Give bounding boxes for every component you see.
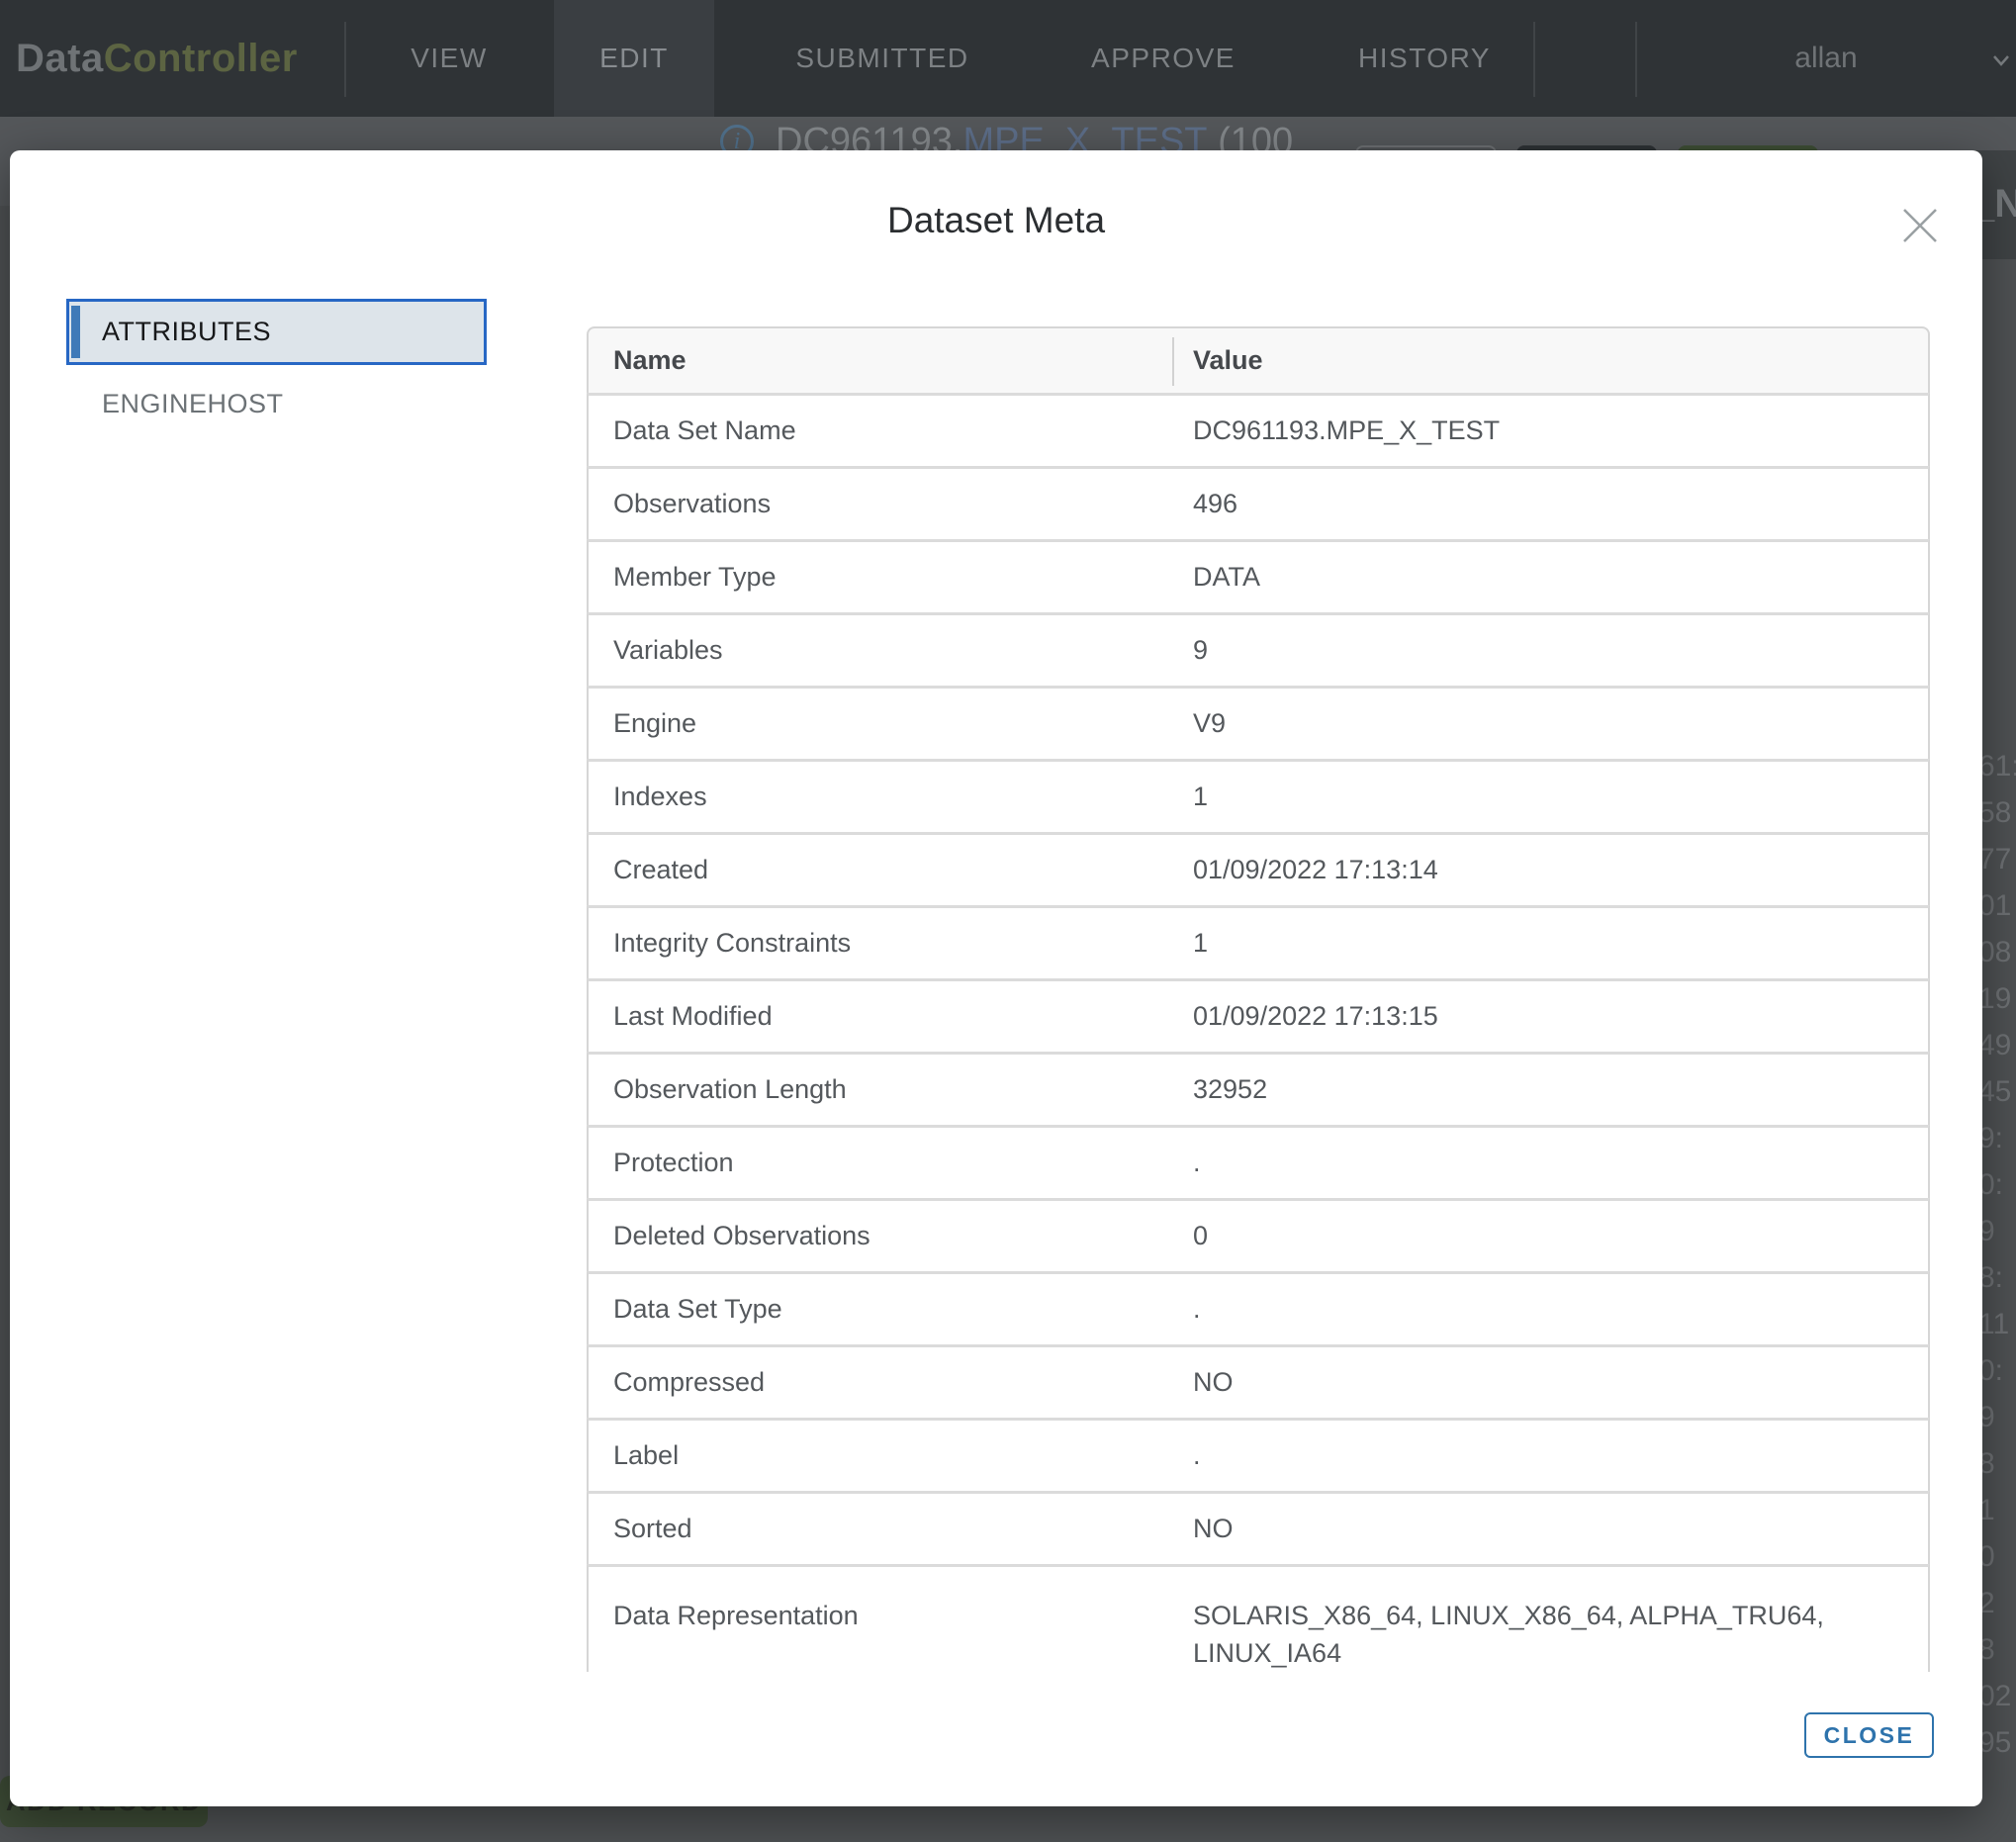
- background-number-fragment: 45: [1978, 1075, 2011, 1109]
- nav-divider: [1533, 22, 1535, 97]
- nav-tab-approve[interactable]: APPROVE: [1051, 0, 1276, 117]
- table-row: Label .: [587, 1418, 1930, 1491]
- attribute-name-cell: Label: [587, 1418, 1174, 1491]
- background-number-fragment: 19: [1978, 982, 2011, 1016]
- column-header-value: Value: [1174, 326, 1930, 393]
- table-row: Created 01/09/2022 17:13:14: [587, 832, 1930, 905]
- attribute-name-cell: Sorted: [587, 1491, 1174, 1564]
- background-number-fragment: 08: [1978, 936, 2011, 969]
- background-number-fragment: 49: [1978, 1029, 2011, 1062]
- attribute-name-cell: Data Set Type: [587, 1271, 1174, 1344]
- attribute-value-cell: 0: [1174, 1198, 1930, 1271]
- close-icon[interactable]: [1898, 204, 1942, 247]
- active-tab-accent-bar: [71, 306, 80, 358]
- attribute-value-cell: 1: [1174, 905, 1930, 978]
- top-navbar: DataController VIEW EDIT SUBMITTED APPRO…: [0, 0, 2016, 117]
- background-number-fragment: 01: [1978, 889, 2011, 923]
- logo-part-data: Data: [16, 37, 104, 81]
- attribute-value-cell: 32952: [1174, 1052, 1930, 1125]
- attribute-name-cell: Observation Length: [587, 1052, 1174, 1125]
- table-row: Observations 496: [587, 466, 1930, 539]
- attribute-name-cell: Last Modified: [587, 978, 1174, 1052]
- table-row: Data Set Type .: [587, 1271, 1930, 1344]
- table-row: Data Representation SOLARIS_X86_64, LINU…: [587, 1564, 1930, 1672]
- table-row: Indexes 1: [587, 759, 1930, 832]
- close-button[interactable]: CLOSE: [1804, 1712, 1934, 1758]
- tab-attributes[interactable]: ATTRIBUTES: [66, 299, 487, 365]
- tab-attributes-label: ATTRIBUTES: [102, 317, 271, 347]
- table-row: Deleted Observations 0: [587, 1198, 1930, 1271]
- table-row: Variables 9: [587, 612, 1930, 686]
- attributes-table-container: Name Value Data Set Name DC961193.MPE_X_…: [587, 326, 1930, 1672]
- attribute-name-cell: Data Representation: [587, 1564, 1174, 1672]
- attribute-value-cell: 01/09/2022 17:13:15: [1174, 978, 1930, 1052]
- table-row: Compressed NO: [587, 1344, 1930, 1418]
- close-button-label: CLOSE: [1824, 1722, 1915, 1749]
- attribute-value-cell: NO: [1174, 1491, 1930, 1564]
- attribute-value-cell: 9: [1174, 612, 1930, 686]
- page-root: DataController VIEW EDIT SUBMITTED APPRO…: [0, 0, 2016, 1842]
- attribute-name-cell: Integrity Constraints: [587, 905, 1174, 978]
- background-number-fragment: 11: [1978, 1308, 2009, 1341]
- attribute-value-cell: .: [1174, 1125, 1930, 1198]
- background-number-fragment: 77: [1978, 843, 2011, 876]
- app-logo: DataController: [16, 0, 298, 117]
- dataset-meta-modal: Dataset Meta ATTRIBUTES ENGINEHOST Name …: [10, 150, 1982, 1806]
- table-row: Member Type DATA: [587, 539, 1930, 612]
- attribute-name-cell: Indexes: [587, 759, 1174, 832]
- table-row: Data Set Name DC961193.MPE_X_TEST: [587, 393, 1930, 466]
- table-row: Protection .: [587, 1125, 1930, 1198]
- table-row: Integrity Constraints 1: [587, 905, 1930, 978]
- attribute-value-cell: DATA: [1174, 539, 1930, 612]
- attribute-name-cell: Observations: [587, 466, 1174, 539]
- table-header-row: Name Value: [587, 326, 1930, 393]
- attribute-name-cell: Created: [587, 832, 1174, 905]
- table-row: Sorted NO: [587, 1491, 1930, 1564]
- nav-tab-edit[interactable]: EDIT: [554, 0, 714, 117]
- background-number-fragment: 02: [1978, 1680, 2011, 1713]
- nav-tab-history[interactable]: HISTORY: [1316, 0, 1533, 117]
- background-number-fragment: 58: [1978, 796, 2011, 830]
- attribute-value-cell: 01/09/2022 17:13:14: [1174, 832, 1930, 905]
- attribute-name-cell: Data Set Name: [587, 393, 1174, 466]
- attribute-name-cell: Compressed: [587, 1344, 1174, 1418]
- attribute-value-cell: SOLARIS_X86_64, LINUX_X86_64, ALPHA_TRU6…: [1174, 1564, 1930, 1672]
- background-number-fragment: 95: [1978, 1726, 2011, 1760]
- attribute-value-cell: DC961193.MPE_X_TEST: [1174, 393, 1930, 466]
- table-row: Engine V9: [587, 686, 1930, 759]
- nav-tab-submitted[interactable]: SUBMITTED: [714, 0, 1051, 117]
- table-row: Last Modified 01/09/2022 17:13:15: [587, 978, 1930, 1052]
- attribute-value-cell: V9: [1174, 686, 1930, 759]
- logo-part-controller: Controller: [104, 37, 298, 81]
- background-table-edge: 61:587701081949459:0:98:110:9810280295: [1978, 0, 2016, 1842]
- attribute-name-cell: Deleted Observations: [587, 1198, 1174, 1271]
- attribute-name-cell: Engine: [587, 686, 1174, 759]
- nav-tab-view[interactable]: VIEW: [344, 0, 554, 117]
- column-header-name: Name: [587, 326, 1174, 393]
- attribute-value-cell: NO: [1174, 1344, 1930, 1418]
- attribute-value-cell: .: [1174, 1271, 1930, 1344]
- modal-title: Dataset Meta: [10, 200, 1982, 241]
- attributes-table: Name Value Data Set Name DC961193.MPE_X_…: [587, 326, 1930, 1672]
- background-number-fragment: 61:: [1978, 750, 2016, 783]
- attribute-value-cell: 496: [1174, 466, 1930, 539]
- tab-enginehost[interactable]: ENGINEHOST: [66, 381, 487, 426]
- attribute-name-cell: Variables: [587, 612, 1174, 686]
- attribute-value-cell: .: [1174, 1418, 1930, 1491]
- user-name: allan: [1794, 42, 1857, 75]
- attribute-name-cell: Protection: [587, 1125, 1174, 1198]
- attribute-value-cell: 1: [1174, 759, 1930, 832]
- attribute-name-cell: Member Type: [587, 539, 1174, 612]
- tab-enginehost-label: ENGINEHOST: [102, 389, 284, 419]
- table-row: Observation Length 32952: [587, 1052, 1930, 1125]
- user-menu[interactable]: allan: [1636, 0, 2016, 117]
